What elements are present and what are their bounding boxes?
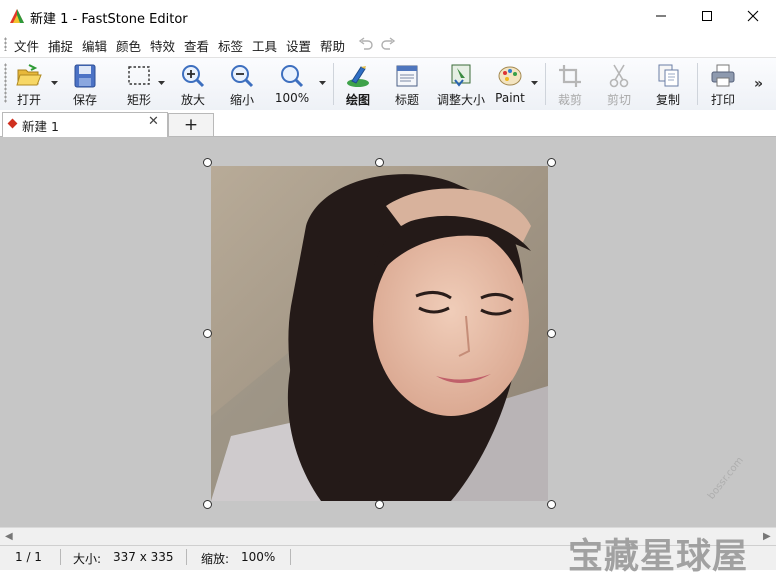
cut-button[interactable]: 剪切 (601, 60, 637, 108)
zoom-out-button[interactable]: 缩小 (224, 60, 260, 108)
status-zoom-value: 100% (241, 550, 276, 564)
window-title: 新建 1 - FastStone Editor (30, 12, 188, 27)
menu-tabs[interactable]: 标签 (217, 36, 244, 55)
zoom-in-label: 放大 (180, 93, 205, 107)
menu-effects[interactable]: 特效 (149, 36, 176, 55)
crop-icon (559, 65, 581, 87)
status-size-value: 337 x 335 (113, 550, 174, 564)
open-button[interactable]: 打开 (10, 60, 48, 108)
status-size-label: 大小: (73, 552, 102, 566)
caption-label: 标题 (394, 93, 419, 107)
print-icon (711, 64, 735, 87)
resize-handle-top[interactable] (375, 158, 384, 167)
zoom-100-label: 100% (274, 91, 310, 105)
redo-icon[interactable] (380, 37, 396, 51)
copy-button[interactable]: 复制 (650, 60, 686, 108)
status-divider (186, 549, 187, 565)
scroll-right-arrow-icon[interactable]: ▶ (763, 531, 771, 542)
rectangle-label: 矩形 (126, 93, 151, 107)
draw-label: 绘图 (345, 93, 370, 107)
menu-capture[interactable]: 捕捉 (47, 36, 74, 55)
menu-tools[interactable]: 工具 (251, 36, 278, 55)
rectangle-dropdown-arrow-icon[interactable] (158, 81, 165, 86)
resize-handle-left[interactable] (203, 329, 212, 338)
maximize-icon (702, 11, 712, 21)
caption-button[interactable]: 标题 (388, 60, 426, 108)
resize-button[interactable]: 调整大小 (436, 60, 486, 108)
rectangle-select-button[interactable]: 矩形 (120, 60, 158, 108)
draw-button[interactable]: 绘图 (340, 60, 376, 108)
zoom-actual-icon (281, 65, 304, 88)
resize-handle-right[interactable] (547, 329, 556, 338)
scroll-left-arrow-icon[interactable]: ◀ (5, 531, 13, 542)
zoom-out-icon (231, 65, 254, 88)
zoom-100-button[interactable]: 100% (272, 60, 312, 108)
resize-handle-bottom-right[interactable] (547, 500, 556, 509)
menu-grip-handle[interactable] (4, 37, 7, 51)
copy-icon (658, 64, 679, 87)
save-icon (74, 64, 96, 88)
tab-document-label: 新建 1 (22, 119, 59, 134)
cut-icon (609, 64, 629, 88)
paint-dropdown-arrow-icon[interactable] (531, 81, 538, 86)
zoom-in-button[interactable]: 放大 (175, 60, 211, 108)
toolbar-separator (333, 63, 334, 105)
paint-palette-icon (498, 66, 522, 86)
minimize-button[interactable] (638, 0, 684, 32)
rectangle-select-icon (128, 66, 150, 85)
watermark-text: 宝藏星球屋 (568, 537, 749, 577)
minimize-icon (656, 15, 666, 17)
toolbar-grip-handle[interactable] (4, 63, 7, 103)
print-button[interactable]: 打印 (704, 60, 742, 108)
status-page: 1 / 1 (15, 550, 42, 564)
zoom-dropdown-arrow-icon[interactable] (319, 81, 326, 86)
paint-button[interactable]: Paint (493, 60, 527, 108)
resize-icon (451, 64, 471, 87)
toolbar-separator (697, 63, 698, 105)
zoom-out-label: 缩小 (229, 93, 254, 107)
paint-label: Paint (495, 91, 525, 105)
open-dropdown-arrow-icon[interactable] (51, 81, 58, 86)
tab-close-icon[interactable]: ✕ (148, 114, 159, 129)
close-icon (747, 10, 759, 22)
print-label: 打印 (710, 93, 735, 107)
toolbar-overflow-button[interactable]: » (754, 76, 763, 92)
draw-icon (347, 66, 369, 87)
undo-icon[interactable] (358, 37, 374, 51)
resize-handle-bottom-left[interactable] (203, 500, 212, 509)
status-divider (290, 549, 291, 565)
menu-file[interactable]: 文件 (13, 36, 40, 55)
menu-edit[interactable]: 编辑 (81, 36, 108, 55)
open-folder-icon (16, 64, 42, 86)
status-divider (60, 549, 61, 565)
resize-handle-top-left[interactable] (203, 158, 212, 167)
menu-colors[interactable]: 颜色 (115, 36, 142, 55)
caption-icon (396, 65, 418, 87)
crop-label: 裁剪 (557, 93, 582, 107)
maximize-button[interactable] (684, 0, 730, 32)
faststone-app-icon (10, 9, 24, 23)
toolbar-separator (545, 63, 546, 105)
menu-help[interactable]: 帮助 (319, 36, 346, 55)
status-zoom-label: 缩放: (201, 552, 230, 566)
crop-button[interactable]: 裁剪 (552, 60, 588, 108)
resize-handle-bottom[interactable] (375, 500, 384, 509)
open-label: 打开 (16, 93, 41, 107)
save-button[interactable]: 保存 (66, 60, 104, 108)
resize-handle-top-right[interactable] (547, 158, 556, 167)
zoom-in-icon (182, 65, 205, 88)
menu-view[interactable]: 查看 (183, 36, 210, 55)
close-button[interactable] (730, 0, 776, 32)
resize-label: 调整大小 (436, 93, 485, 107)
new-tab-button[interactable]: + (168, 113, 214, 136)
photo-image[interactable] (211, 166, 548, 501)
save-label: 保存 (72, 93, 97, 107)
menu-settings[interactable]: 设置 (285, 36, 312, 55)
cut-label: 剪切 (606, 93, 631, 107)
copy-label: 复制 (655, 93, 680, 107)
